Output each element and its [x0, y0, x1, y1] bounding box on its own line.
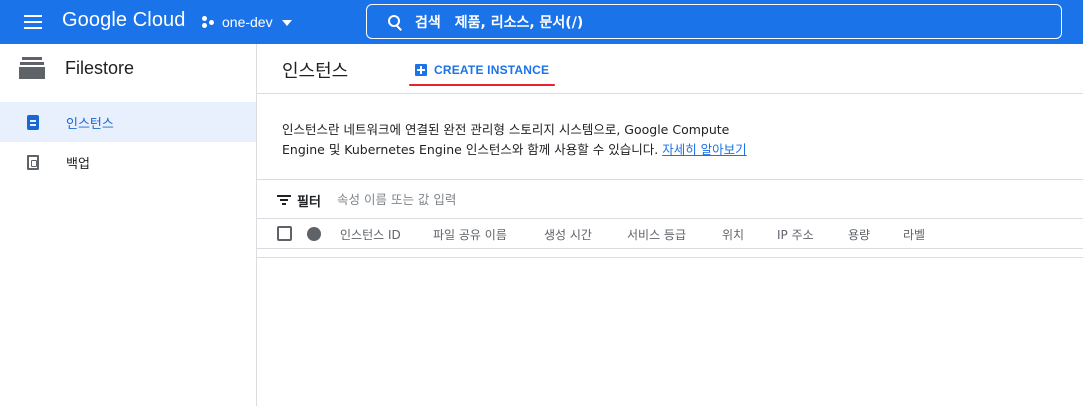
highlight-underline: [409, 84, 555, 86]
select-all-checkbox[interactable]: [277, 226, 292, 241]
search-label: 검색: [415, 14, 441, 31]
table-header-row: 인스턴스 ID 파일 공유 이름 생성 시간 서비스 등급 위치 IP 주소 용…: [257, 219, 1083, 249]
column-header-created[interactable]: 생성 시간: [544, 226, 592, 243]
filter-label: 필터: [297, 195, 321, 210]
project-name: one-dev: [222, 14, 273, 30]
filter-icon[interactable]: [277, 195, 291, 205]
search-icon: [387, 14, 403, 30]
page-description: 인스턴스란 네트워크에 연결된 완전 관리형 스토리지 시스템으로, Googl…: [282, 120, 822, 160]
filter-bar: 필터: [257, 179, 1083, 219]
create-instance-button[interactable]: CREATE INSTANCE: [407, 54, 553, 86]
sidebar-item-label: 인스턴스: [66, 116, 114, 132]
column-header-ip[interactable]: IP 주소: [777, 226, 814, 243]
sidebar-item-label: 백업: [66, 156, 90, 172]
page-header: 인스턴스 CREATE INSTANCE: [257, 44, 1083, 94]
main-menu-icon[interactable]: [22, 11, 44, 33]
description-line-1: 인스턴스란 네트워크에 연결된 완전 관리형 스토리지 시스템으로, Googl…: [282, 122, 730, 137]
search-input[interactable]: 검색 제품, 리소스, 문서(/): [366, 4, 1062, 39]
search-hint: 제품, 리소스, 문서(/): [454, 14, 584, 31]
top-app-bar: Google Cloud one-dev 검색 제품, 리소스, 문서(/): [0, 0, 1083, 44]
column-header-location[interactable]: 위치: [722, 226, 744, 243]
column-header-file-share[interactable]: 파일 공유 이름: [433, 226, 507, 243]
sidebar-item-instances[interactable]: 인스턴스: [0, 102, 256, 142]
chevron-down-icon: [281, 20, 292, 26]
create-instance-label: CREATE INSTANCE: [434, 63, 550, 77]
product-title: Filestore: [65, 58, 135, 78]
filestore-icon: [19, 57, 45, 79]
learn-more-link[interactable]: 자세히 알아보기: [662, 142, 746, 157]
project-selector[interactable]: one-dev: [202, 12, 292, 32]
column-header-instance-id[interactable]: 인스턴스 ID: [340, 226, 401, 243]
status-column-icon: [307, 227, 321, 241]
column-header-tier[interactable]: 서비스 등급: [627, 226, 686, 243]
column-header-capacity[interactable]: 용량: [848, 226, 870, 243]
filter-input[interactable]: [337, 188, 737, 210]
table-divider: [257, 257, 1083, 258]
sidebar: Filestore 인스턴스 백업: [0, 44, 257, 406]
description-line-2: Engine 및 Kubernetes Engine 인스턴스와 함께 사용할 …: [282, 142, 659, 157]
main-content: 인스턴스 CREATE INSTANCE 인스턴스란 네트워크에 연결된 완전 …: [257, 44, 1083, 406]
page-title: 인스턴스: [282, 61, 349, 82]
add-box-icon: [415, 64, 427, 76]
google-cloud-logo[interactable]: Google Cloud: [62, 9, 186, 32]
backup-icon: [27, 155, 39, 170]
instance-icon: [27, 115, 39, 130]
project-icon: [202, 15, 216, 29]
sidebar-header: Filestore: [0, 44, 256, 94]
column-header-labels[interactable]: 라벨: [903, 226, 925, 243]
sidebar-item-backups[interactable]: 백업: [0, 142, 256, 182]
